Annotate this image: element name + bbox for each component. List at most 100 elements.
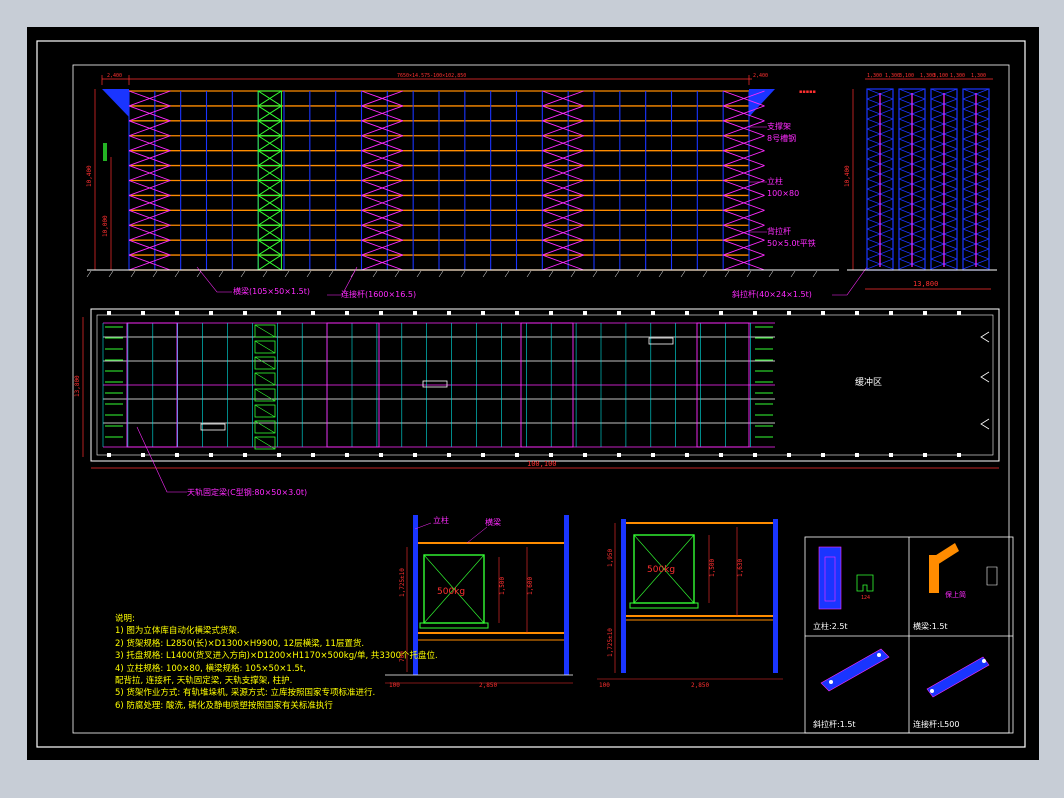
ground-hatch-mark: [812, 270, 818, 278]
top-dim-left: 2,400: [107, 73, 122, 79]
plan-post: [447, 453, 451, 457]
section-view-2: 500kg 1,950 1,500 1,630 1,725±10 100 2,8…: [597, 519, 783, 689]
plan-post: [413, 453, 417, 457]
ground-hatch-mark: [372, 270, 378, 278]
plan-height: 13,800: [74, 375, 81, 397]
plan-post: [685, 453, 689, 457]
ground-hatch-mark: [328, 270, 334, 278]
plan-post: [651, 311, 655, 315]
plan-post: [107, 311, 111, 315]
ground-hatch-mark: [196, 270, 202, 278]
plan-green-brace: [254, 404, 276, 418]
side-dim-label: 3,100: [899, 73, 914, 79]
ground-hatch-mark: [262, 270, 268, 278]
plan-post: [753, 453, 757, 457]
plan-post: [345, 311, 349, 315]
plan-post: [787, 453, 791, 457]
front-elevation: 2,400 7650×14.575-100×102,850 2,400 10,4…: [86, 73, 868, 299]
plan-post: [379, 453, 383, 457]
notes-line-4: 配背拉, 连接杆, 天轨固定梁, 天轨支撑架, 柱护.: [115, 676, 293, 687]
plan-post: [549, 311, 553, 315]
ground-hatch-mark: [394, 270, 400, 278]
plan-post: [141, 311, 145, 315]
part-label-1: 横梁:1.5t: [913, 621, 948, 631]
sec1-load: 500kg: [437, 587, 465, 597]
side-height: 10,400: [844, 165, 851, 187]
sec2-dim-3: 1,725±10: [607, 628, 614, 657]
plan-post: [583, 311, 587, 315]
part-extra-1: 124: [861, 595, 870, 601]
ground-hatch-mark: [460, 270, 466, 278]
plan-post: [787, 311, 791, 315]
plan-post: [651, 453, 655, 457]
plan-green-brace: [254, 372, 276, 386]
ground-hatch-mark: [86, 270, 92, 278]
top-dim-main: 7650×14.575-100×102,850: [397, 73, 466, 79]
plan-post: [515, 453, 519, 457]
parts-table: 124 立柱:2.5t 保上简 横梁:1.5t 斜拉杆:1.5t 连接杆:L50…: [804, 536, 1014, 734]
sec1-beam-label: 横梁: [485, 517, 501, 527]
plan-post: [719, 311, 723, 315]
drawing-sheet: 2,400 7650×14.575-100×102,850 2,400 10,4…: [27, 27, 1039, 760]
sec2-dim-0: 1,950: [607, 549, 614, 567]
label-back-tie-2: 50×5.0t平铁: [767, 238, 816, 248]
side-elevation: 1,300 1,3003,100 1,3003,100 1,300 1,300 10,4…: [799, 73, 997, 290]
plan-post: [413, 311, 417, 315]
plan-post: [583, 453, 587, 457]
plan-post: [685, 311, 689, 315]
plan-post: [379, 311, 383, 315]
ground-hatch-mark: [570, 270, 576, 278]
plan-post: [855, 453, 859, 457]
plan-post: [753, 311, 757, 315]
ground-hatch-mark: [592, 270, 598, 278]
sec2-dim-1: 1,500: [709, 559, 716, 577]
notes-line-1: 2) 货架规格: L2850(长)×D1300×H9900, 12层横梁, 11…: [115, 638, 365, 649]
ground-hatch-mark: [306, 270, 312, 278]
plan-post: [549, 453, 553, 457]
ground-hatch-mark: [746, 270, 752, 278]
side-dim-label: 1,300: [950, 73, 965, 79]
ground-hatch-mark: [108, 270, 114, 278]
plan-post: [617, 453, 621, 457]
sec2-load: 500kg: [647, 565, 675, 575]
sec1-dim-1: 1,500: [499, 577, 506, 595]
height-total: 10,400: [86, 165, 93, 187]
plan-post: [889, 311, 893, 315]
ground-hatch-mark: [416, 270, 422, 278]
ground-hatch-mark: [614, 270, 620, 278]
plan-post: [243, 311, 247, 315]
buffer-zone: 缓冲区: [855, 376, 882, 388]
plan-post: [957, 453, 961, 457]
label-diagonal: 斜拉杆(40×24×1.5t): [732, 289, 812, 299]
plan-post: [719, 453, 723, 457]
label-brace: 支撑架: [767, 121, 791, 131]
notes-title: 说明:: [115, 614, 135, 624]
notes-block: 说明: 1) 图为立体库自动化横梁式货架. 2) 货架规格: L2850(长)×…: [115, 613, 438, 712]
ground-hatch-mark: [130, 270, 136, 278]
plan-post: [345, 453, 349, 457]
plan-post: [617, 311, 621, 315]
plan-post: [175, 311, 179, 315]
ground-hatch-mark: [680, 270, 686, 278]
plan-width: 100,100: [527, 460, 557, 468]
stacker-crane: [200, 423, 226, 431]
sec2-dim-2: 1,630: [737, 559, 744, 577]
ground-hatch-mark: [218, 270, 224, 278]
ground-hatch-mark: [526, 270, 532, 278]
side-dim-label: 1,300: [971, 73, 986, 79]
plan-post: [923, 453, 927, 457]
sec1-column-label: 立柱: [433, 515, 449, 525]
plan-post: [821, 311, 825, 315]
side-dim-label: 1,300: [867, 73, 882, 79]
plan-post: [923, 311, 927, 315]
plan-post: [889, 453, 893, 457]
plan-post: [141, 453, 145, 457]
ground-hatch-mark: [284, 270, 290, 278]
ground-hatch-mark: [790, 270, 796, 278]
ground-hatch-mark: [636, 270, 642, 278]
plan-post: [481, 311, 485, 315]
label-connector: 连接杆(1600×16.5): [341, 289, 416, 299]
notes-line-6: 6) 防腐处理: 酸洗, 磷化及静电喷塑按照国家有关标准执行: [115, 700, 333, 711]
ground-hatch-mark: [548, 270, 554, 278]
label-brace-2: 8号槽钢: [767, 133, 796, 143]
